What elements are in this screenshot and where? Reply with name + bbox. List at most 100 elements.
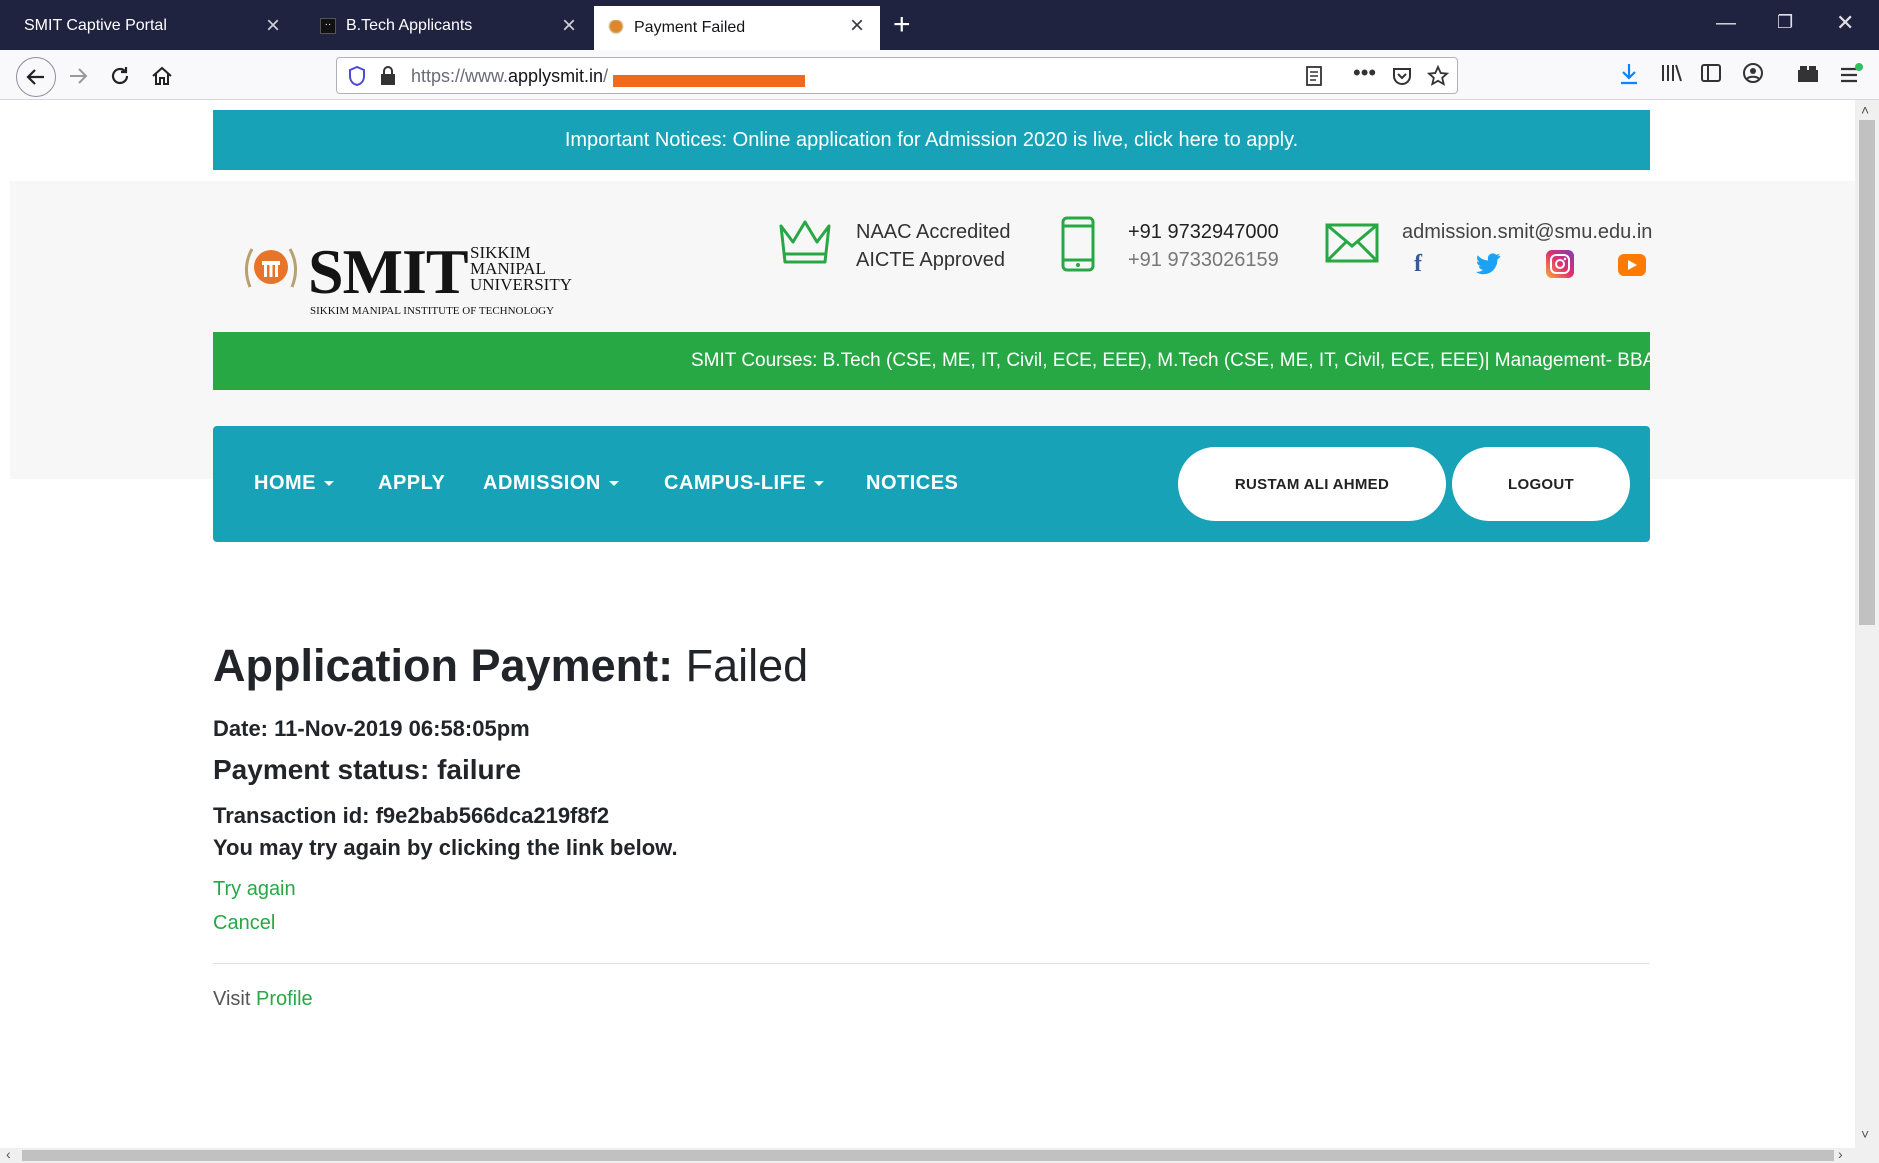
facebook-icon[interactable]: f: [1404, 250, 1432, 278]
restore-icon[interactable]: ❐: [1777, 12, 1793, 33]
nav-home[interactable]: HOME: [254, 472, 334, 495]
menu-icon[interactable]: [1838, 62, 1864, 92]
tab-title: B.Tech Applicants: [346, 17, 473, 34]
logout-label: LOGOUT: [1508, 475, 1574, 493]
url-host: applysmit.in: [508, 66, 604, 86]
scrollbar-thumb[interactable]: [22, 1150, 1834, 1161]
url-bar[interactable]: https://www.applysmit.in/ •••: [336, 57, 1458, 94]
youtube-icon[interactable]: [1618, 254, 1646, 276]
back-button[interactable]: [16, 57, 56, 97]
nav-notices[interactable]: NOTICES: [866, 472, 958, 495]
scroll-down-icon[interactable]: ˅: [1861, 1126, 1869, 1142]
bookmark-star-icon[interactable]: [1426, 64, 1450, 93]
important-notice-bar[interactable]: Important Notices: Online application fo…: [213, 110, 1650, 170]
retry-message: You may try again by clicking the link b…: [213, 835, 678, 860]
close-icon[interactable]: ×: [562, 14, 576, 38]
courses-text: SMIT Courses: B.Tech (CSE, ME, IT, Civil…: [691, 350, 1650, 371]
close-icon[interactable]: ×: [266, 14, 280, 38]
user-profile-button[interactable]: RUSTAM ALI AHMED: [1178, 447, 1446, 521]
caret-down-icon: [814, 481, 825, 487]
email-address[interactable]: admission.smit@smu.edu.in: [1402, 218, 1652, 246]
more-actions-icon[interactable]: •••: [1353, 60, 1376, 86]
horizontal-scrollbar[interactable]: ‹ ›: [0, 1146, 1879, 1163]
scroll-left-icon[interactable]: ‹: [6, 1146, 11, 1162]
aicte-text: AICTE Approved: [856, 249, 1005, 271]
main-navigation: HOME APPLY ADMISSION CAMPUS-LIFE NOTICES…: [213, 426, 1650, 542]
scroll-up-icon[interactable]: ˄: [1861, 102, 1869, 118]
nav-admission[interactable]: ADMISSION: [483, 472, 619, 495]
nav-apply-label: APPLY: [378, 472, 446, 494]
reload-icon: [111, 67, 129, 85]
nav-campus-life[interactable]: CAMPUS-LIFE: [664, 472, 825, 495]
close-icon[interactable]: ×: [850, 14, 864, 38]
home-icon: [152, 66, 172, 85]
minimize-icon[interactable]: —: [1716, 12, 1736, 35]
payment-date: Date: 11-Nov-2019 06:58:05pm: [213, 716, 530, 741]
favicon-icon: ··: [320, 18, 336, 34]
tab-smit-captive-portal[interactable]: SMIT Captive Portal ×: [10, 6, 296, 46]
phone-info: +91 9732947000 +91 9733026159: [1128, 218, 1279, 274]
sidebar-icon[interactable]: [1700, 62, 1722, 90]
url-prefix: https://www.: [411, 66, 509, 86]
reload-button[interactable]: [102, 58, 138, 94]
redaction-mark: [613, 75, 805, 87]
download-icon[interactable]: [1618, 62, 1640, 92]
smit-emblem-icon: [245, 248, 297, 288]
smit-logo[interactable]: SMIT SIKKIM MANIPAL UNIVERSITY SIKKIM MA…: [240, 225, 572, 320]
visit-profile: Visit Profile: [213, 988, 313, 1011]
close-window-icon[interactable]: ✕: [1836, 10, 1854, 36]
nav-admission-label: ADMISSION: [483, 472, 601, 494]
url-text[interactable]: https://www.applysmit.in/: [411, 66, 608, 87]
logo-sub-line3: UNIVERSITY: [470, 275, 572, 294]
tab-payment-failed[interactable]: Payment Failed ×: [594, 6, 880, 50]
courses-ticker[interactable]: SMIT Courses: B.Tech (CSE, ME, IT, Civil…: [213, 332, 1650, 390]
page-title: Application Payment: Failed: [213, 640, 808, 692]
pocket-icon[interactable]: [1391, 65, 1413, 93]
phone-secondary[interactable]: +91 9733026159: [1128, 246, 1279, 274]
tab-title: Payment Failed: [634, 19, 746, 36]
back-arrow-icon: [26, 69, 44, 85]
favicon-icon: [608, 20, 624, 36]
vertical-scrollbar[interactable]: ˄ ˅: [1855, 100, 1879, 1148]
caret-down-icon: [324, 481, 334, 487]
lock-icon[interactable]: [379, 65, 397, 93]
twitter-icon[interactable]: [1474, 250, 1502, 278]
logo-wordmark: SMIT: [308, 236, 469, 307]
extensions-icon[interactable]: [1796, 62, 1820, 90]
tab-title: SMIT Captive Portal: [24, 17, 167, 34]
new-tab-icon[interactable]: +: [893, 10, 911, 40]
instagram-icon[interactable]: [1546, 250, 1574, 278]
nav-campus-life-label: CAMPUS-LIFE: [664, 472, 807, 494]
nav-apply[interactable]: APPLY: [378, 472, 445, 495]
divider: [213, 963, 1650, 964]
reader-view-icon[interactable]: [1305, 65, 1323, 93]
scrollbar-thumb[interactable]: [1859, 120, 1875, 625]
logout-button[interactable]: LOGOUT: [1452, 447, 1630, 521]
user-name: RUSTAM ALI AHMED: [1234, 475, 1390, 493]
accreditation-info: NAAC Accredited AICTE Approved: [856, 218, 1011, 274]
cancel-link[interactable]: Cancel: [213, 912, 275, 935]
nav-home-label: HOME: [254, 472, 316, 494]
scroll-right-icon[interactable]: ›: [1838, 1146, 1843, 1162]
forward-button[interactable]: [60, 58, 96, 94]
logo-subtext: SIKKIM MANIPAL UNIVERSITY: [470, 244, 572, 294]
try-again-link[interactable]: Try again: [213, 878, 296, 901]
payment-status: Payment status: failure: [213, 754, 522, 785]
naac-text: NAAC Accredited: [856, 221, 1011, 243]
title-status: Failed: [673, 640, 809, 691]
nav-notices-label: NOTICES: [866, 472, 959, 494]
phone-primary[interactable]: +91 9732947000: [1128, 218, 1279, 246]
tab-bar: SMIT Captive Portal × ·· B.Tech Applican…: [0, 0, 1879, 50]
forward-arrow-icon: [70, 68, 88, 84]
library-icon[interactable]: [1660, 62, 1684, 90]
crown-icon: [779, 220, 831, 264]
account-icon[interactable]: [1742, 62, 1764, 90]
shield-icon[interactable]: [347, 65, 367, 93]
title-label: Application Payment:: [213, 640, 674, 691]
url-path: /: [603, 66, 609, 86]
home-button[interactable]: [144, 58, 180, 94]
visit-label: Visit: [213, 988, 256, 1010]
tab-btech-applicants[interactable]: ·· B.Tech Applicants ×: [306, 6, 592, 46]
profile-link[interactable]: Profile: [256, 988, 313, 1010]
caret-down-icon: [608, 481, 619, 487]
